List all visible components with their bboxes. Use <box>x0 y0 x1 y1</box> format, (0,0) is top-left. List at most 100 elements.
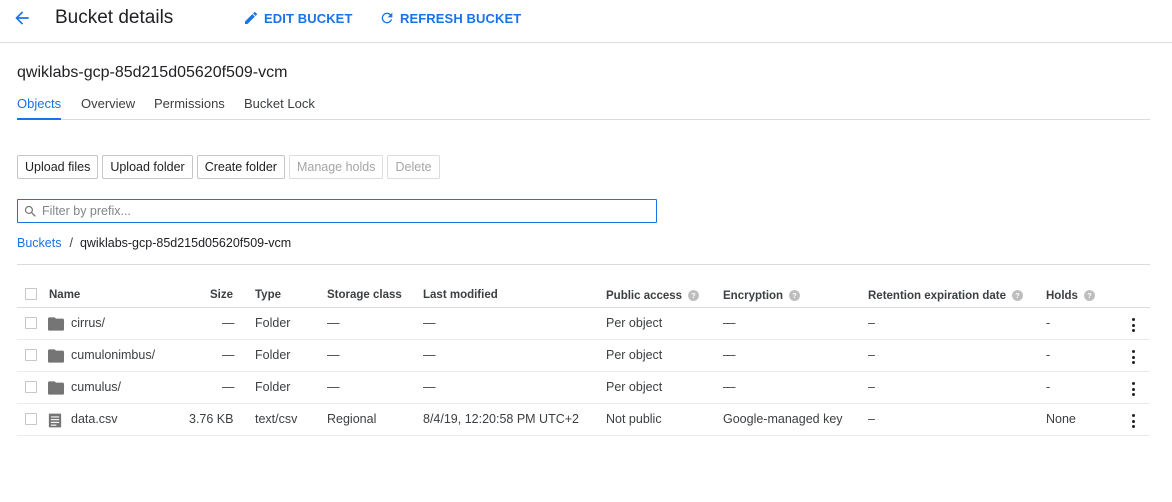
upload-files-button[interactable]: Upload files <box>17 155 99 179</box>
filter-input[interactable] <box>42 204 632 218</box>
refresh-bucket-label: REFRESH BUCKET <box>400 10 522 26</box>
column-holds-label[interactable]: Holds <box>1046 290 1078 302</box>
object-toolbar: Upload files Upload folder Create folder… <box>17 155 444 179</box>
column-storage-class[interactable]: Storage class <box>327 289 402 301</box>
object-holds: - <box>1046 348 1051 362</box>
object-name-link[interactable]: cumulus/ <box>71 380 121 394</box>
column-type[interactable]: Type <box>255 289 281 301</box>
object-name-link[interactable]: data.csv <box>71 412 118 426</box>
column-encryption-label[interactable]: Encryption <box>723 290 783 302</box>
table-header: Name Size Type Storage class Last modifi… <box>17 283 1150 308</box>
breadcrumb-buckets-link[interactable]: Buckets <box>17 236 61 250</box>
tab-overview[interactable]: Overview <box>81 96 135 120</box>
tab-bucket-lock[interactable]: Bucket Lock <box>244 96 315 120</box>
column-retention-label[interactable]: Retention expiration date <box>868 290 1006 302</box>
object-public-access: Per object <box>606 316 663 330</box>
row-checkbox[interactable] <box>25 381 37 393</box>
page-title: Bucket details <box>55 7 174 28</box>
objects-table: Name Size Type Storage class Last modifi… <box>17 283 1150 436</box>
edit-bucket-button[interactable]: EDIT BUCKET <box>243 10 353 26</box>
object-type: text/csv <box>255 412 298 426</box>
object-holds: - <box>1046 380 1051 394</box>
object-size: — <box>222 380 235 394</box>
object-type: Folder <box>255 380 291 394</box>
object-encryption: — <box>723 348 736 362</box>
object-retention: – <box>868 348 875 362</box>
tab-bar: Objects Overview Permissions Bucket Lock <box>17 95 1150 120</box>
svg-text:?: ? <box>1087 291 1092 300</box>
column-retention: Retention expiration date? <box>868 289 1024 302</box>
column-public-access-label[interactable]: Public access <box>606 290 682 302</box>
tab-permissions[interactable]: Permissions <box>154 96 225 120</box>
help-icon[interactable]: ? <box>1011 289 1024 302</box>
table-row[interactable]: data.csv 3.76 KB text/csv Regional 8/4/1… <box>17 404 1150 436</box>
filter-box <box>17 199 657 223</box>
object-holds: - <box>1046 316 1051 330</box>
object-public-access: Not public <box>606 412 662 426</box>
object-retention: – <box>868 316 875 330</box>
object-name-link[interactable]: cirrus/ <box>71 316 105 330</box>
object-retention: – <box>868 412 875 426</box>
folder-icon <box>48 381 64 395</box>
file-icon <box>48 413 62 428</box>
bucket-name: qwiklabs-gcp-85d215d05620f509-vcm <box>17 64 288 81</box>
more-options-icon[interactable] <box>1125 380 1141 398</box>
more-options-icon[interactable] <box>1125 412 1141 430</box>
object-type: Folder <box>255 316 291 330</box>
breadcrumb-separator: / <box>69 236 73 250</box>
svg-text:?: ? <box>691 291 696 300</box>
object-last-modified: — <box>423 316 436 330</box>
object-last-modified: — <box>423 348 436 362</box>
object-storage-class: Regional <box>327 412 377 426</box>
more-options-icon[interactable] <box>1125 316 1141 334</box>
column-holds: Holds? <box>1046 289 1096 302</box>
help-icon[interactable]: ? <box>1083 289 1096 302</box>
object-holds: None <box>1046 412 1076 426</box>
more-options-icon[interactable] <box>1125 348 1141 366</box>
create-folder-button[interactable]: Create folder <box>196 155 285 179</box>
svg-text:?: ? <box>792 291 797 300</box>
object-public-access: Per object <box>606 348 663 362</box>
table-row[interactable]: cumulonimbus/ — Folder — — Per object — … <box>17 340 1150 372</box>
svg-text:?: ? <box>1015 291 1020 300</box>
divider <box>17 264 1150 265</box>
refresh-bucket-button[interactable]: REFRESH BUCKET <box>379 10 521 26</box>
folder-icon <box>48 317 64 331</box>
column-last-modified[interactable]: Last modified <box>423 289 498 301</box>
object-size: — <box>222 348 235 362</box>
row-checkbox[interactable] <box>25 349 37 361</box>
help-icon[interactable]: ? <box>788 289 801 302</box>
edit-bucket-label: EDIT BUCKET <box>264 10 353 26</box>
object-public-access: Per object <box>606 380 663 394</box>
object-storage-class: — <box>327 380 340 394</box>
object-storage-class: — <box>327 316 340 330</box>
object-encryption: — <box>723 316 736 330</box>
object-name-link[interactable]: cumulonimbus/ <box>71 348 155 362</box>
row-checkbox[interactable] <box>25 413 37 425</box>
back-arrow-icon[interactable] <box>10 6 34 30</box>
select-all-checkbox[interactable] <box>25 288 37 300</box>
refresh-icon <box>381 12 393 24</box>
column-size[interactable]: Size <box>210 289 233 301</box>
object-type: Folder <box>255 348 291 362</box>
column-name[interactable]: Name <box>49 289 80 301</box>
object-last-modified: 8/4/19, 12:20:58 PM UTC+2 <box>423 412 579 426</box>
upload-folder-button[interactable]: Upload folder <box>102 155 193 179</box>
tab-objects[interactable]: Objects <box>17 96 62 120</box>
table-row[interactable]: cirrus/ — Folder — — Per object — – - <box>17 308 1150 340</box>
column-encryption: Encryption? <box>723 289 801 302</box>
pencil-icon <box>245 11 258 24</box>
help-icon[interactable]: ? <box>687 289 700 302</box>
delete-button[interactable]: Delete <box>387 155 440 179</box>
top-bar: Bucket details EDIT BUCKET REFRESH BUCKE… <box>0 0 1172 43</box>
object-size: 3.76 KB <box>189 412 234 426</box>
manage-holds-button[interactable]: Manage holds <box>288 155 384 179</box>
table-row[interactable]: cumulus/ — Folder — — Per object — – - <box>17 372 1150 404</box>
search-icon <box>23 204 38 219</box>
column-public-access: Public access? <box>606 289 700 302</box>
row-checkbox[interactable] <box>25 317 37 329</box>
object-encryption: Google-managed key <box>723 412 843 426</box>
breadcrumb: Buckets / qwiklabs-gcp-85d215d05620f509-… <box>17 236 291 250</box>
object-size: — <box>222 316 235 330</box>
folder-icon <box>48 349 64 363</box>
